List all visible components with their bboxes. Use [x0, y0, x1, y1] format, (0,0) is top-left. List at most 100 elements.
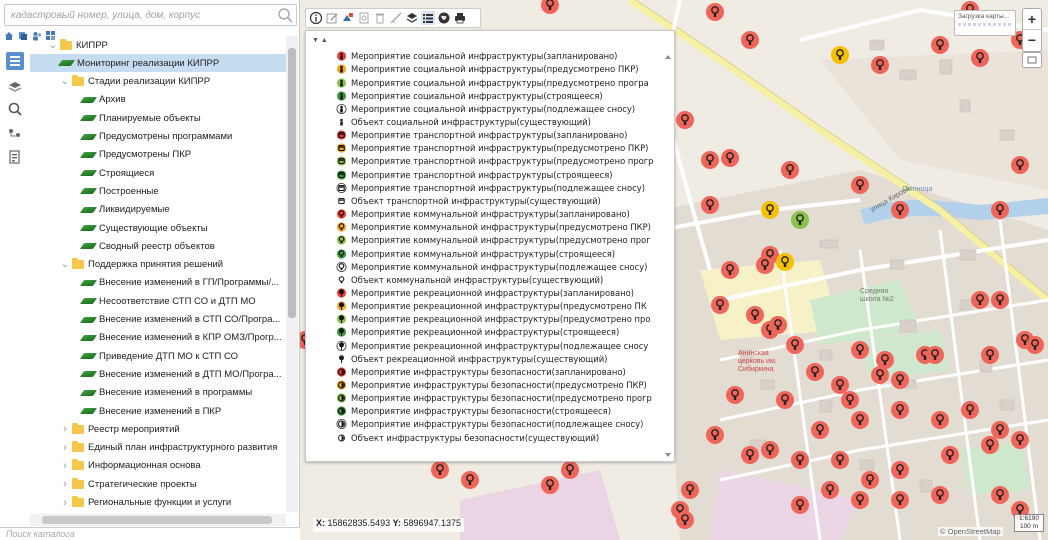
map-marker[interactable] — [561, 461, 579, 479]
map-marker[interactable] — [926, 346, 944, 364]
globe-icon[interactable] — [437, 11, 451, 25]
map-marker[interactable] — [991, 486, 1009, 504]
attach-icon[interactable] — [357, 11, 371, 25]
map-marker[interactable] — [791, 451, 809, 469]
tree-item[interactable]: Внесение изменений в ПКР — [30, 402, 286, 420]
layers-stack-icon[interactable] — [405, 11, 419, 25]
map-attribution[interactable]: © OpenStreetMap — [938, 527, 1003, 536]
info-icon[interactable] — [309, 11, 323, 25]
catalog-search-input[interactable] — [0, 527, 300, 540]
tree-item[interactable]: ⌄ Стадии реализации КИПРР — [30, 73, 286, 91]
tree-item[interactable]: Ликвидируемые — [30, 201, 286, 219]
map-marker[interactable] — [776, 391, 794, 409]
map-marker[interactable] — [681, 481, 699, 499]
tree-item[interactable]: Мониторинг реализации КИПРР — [30, 54, 286, 73]
map-marker[interactable] — [991, 291, 1009, 309]
map-marker[interactable] — [706, 3, 724, 21]
map-marker[interactable] — [761, 441, 779, 459]
map-marker[interactable] — [851, 411, 869, 429]
tree-vertical-scrollbar[interactable] — [286, 36, 298, 512]
map-marker[interactable] — [791, 211, 809, 229]
legend-scrollbar[interactable] — [662, 51, 674, 461]
map-marker[interactable] — [721, 149, 739, 167]
expand-caret-icon[interactable]: › — [60, 423, 70, 435]
tree-item[interactable]: › Региональные функции и услуги — [30, 494, 286, 512]
zoom-out-button[interactable]: − — [1023, 30, 1041, 51]
map-marker[interactable] — [831, 451, 849, 469]
map-marker[interactable] — [931, 411, 949, 429]
report-icon[interactable] — [6, 148, 24, 166]
home-icon[interactable] — [4, 28, 14, 40]
map-marker[interactable] — [981, 436, 999, 454]
map-marker[interactable] — [871, 56, 889, 74]
address-search-input[interactable] — [5, 5, 275, 25]
tree-item[interactable]: Предусмотрены ПКР — [30, 146, 286, 164]
add-object-icon[interactable] — [341, 11, 355, 25]
tree-item[interactable]: › Информационная основа — [30, 457, 286, 475]
layers-icon[interactable] — [6, 78, 24, 96]
search-icon[interactable] — [276, 6, 294, 24]
basemap-switch-button[interactable] — [1022, 52, 1042, 68]
expand-caret-icon[interactable]: › — [60, 460, 70, 472]
map-marker[interactable] — [676, 511, 694, 529]
map-marker[interactable] — [891, 371, 909, 389]
collapse-caret-icon[interactable]: ⌄ — [60, 76, 70, 87]
map-marker[interactable] — [741, 31, 759, 49]
legend-icon[interactable] — [421, 11, 435, 25]
map-marker[interactable] — [676, 111, 694, 129]
tree-item[interactable]: Приведение ДТП МО к СТП СО — [30, 347, 286, 365]
expand-caret-icon[interactable]: › — [60, 442, 70, 454]
tree-horizontal-scrollbar[interactable] — [30, 514, 286, 526]
map-marker[interactable] — [721, 261, 739, 279]
tree-item[interactable]: Существующие объекты — [30, 219, 286, 237]
map-marker[interactable] — [791, 496, 809, 514]
map-marker[interactable] — [726, 386, 744, 404]
map-marker[interactable] — [776, 253, 794, 271]
map-marker[interactable] — [701, 196, 719, 214]
map-marker[interactable] — [711, 296, 729, 314]
map-marker[interactable] — [1026, 336, 1044, 354]
map-marker[interactable] — [851, 491, 869, 509]
expand-caret-icon[interactable]: › — [60, 497, 70, 509]
tree-item[interactable]: Внесение изменений в ДТП МО/Програ... — [30, 365, 286, 383]
measure-icon[interactable] — [389, 11, 403, 25]
tree-item[interactable]: Предусмотрены программами — [30, 128, 286, 146]
tree-item[interactable]: Сводный реестр объектов — [30, 237, 286, 255]
tree-item[interactable]: › Единый план инфраструктурного развития — [30, 439, 286, 457]
map-marker[interactable] — [891, 201, 909, 219]
map-marker[interactable] — [431, 461, 449, 479]
map-marker[interactable] — [811, 421, 829, 439]
collapse-caret-icon[interactable]: ⌄ — [48, 40, 58, 51]
map-marker[interactable] — [991, 421, 1009, 439]
map-marker[interactable] — [861, 471, 879, 489]
catalog-icon[interactable] — [6, 52, 24, 70]
map-marker[interactable] — [706, 426, 724, 444]
map-marker[interactable] — [971, 49, 989, 67]
map-marker[interactable] — [1011, 156, 1029, 174]
magnifier-icon[interactable] — [6, 100, 24, 118]
tree-item[interactable]: Внесение изменений в ГП/Программы/... — [30, 274, 286, 292]
tree-item[interactable]: Внесение изменений в программы — [30, 384, 286, 402]
map-marker[interactable] — [991, 201, 1009, 219]
map-marker[interactable] — [786, 336, 804, 354]
map-marker[interactable] — [761, 201, 779, 219]
map-marker[interactable] — [769, 316, 787, 334]
expand-caret-icon[interactable]: › — [60, 478, 70, 490]
map-marker[interactable] — [541, 476, 559, 494]
map-marker[interactable] — [961, 401, 979, 419]
tree-item[interactable]: ⌄ Поддержка принятия решений — [30, 256, 286, 274]
copy-icon[interactable] — [18, 28, 28, 40]
tree-vertical-scroll-thumb[interactable] — [288, 48, 296, 318]
map-marker[interactable] — [746, 306, 764, 324]
map-marker[interactable] — [941, 446, 959, 464]
tree-item[interactable]: Построенные — [30, 182, 286, 200]
map-marker[interactable] — [841, 391, 859, 409]
map-marker[interactable] — [781, 161, 799, 179]
tree-item[interactable]: › Стратегические проекты — [30, 475, 286, 493]
map-marker[interactable] — [1011, 431, 1029, 449]
tree-item[interactable]: Строящиеся — [30, 164, 286, 182]
edit-icon[interactable] — [325, 11, 339, 25]
map-marker[interactable] — [831, 376, 849, 394]
map-marker[interactable] — [981, 346, 999, 364]
map-marker[interactable] — [461, 471, 479, 489]
